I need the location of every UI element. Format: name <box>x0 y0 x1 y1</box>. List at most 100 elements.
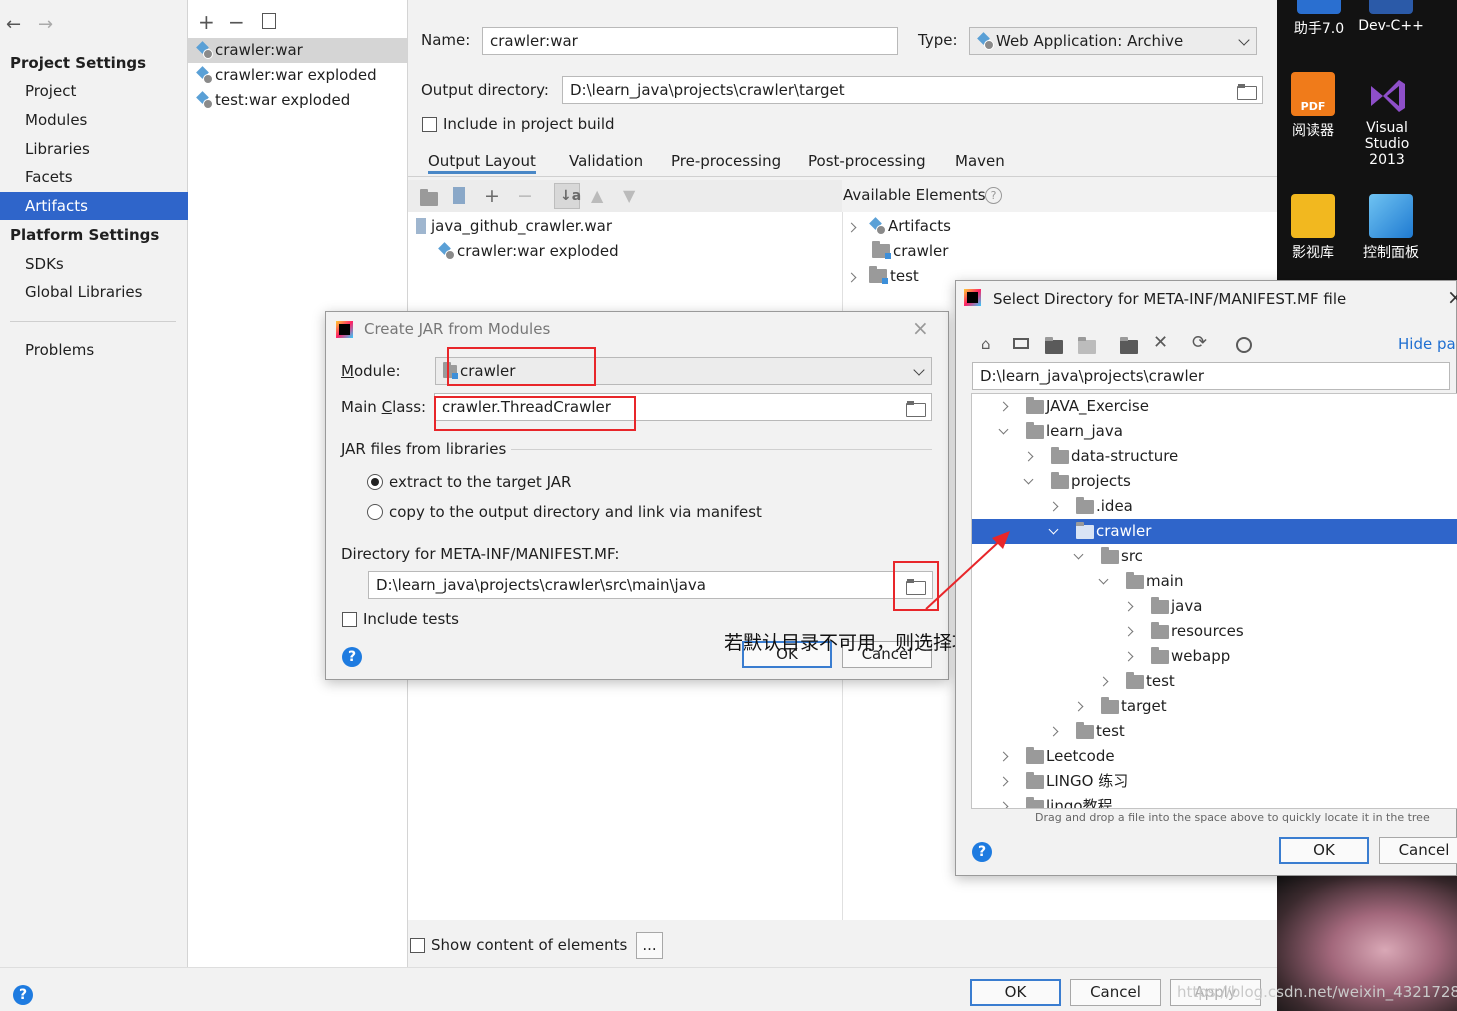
directory-tree-row[interactable]: target <box>972 694 1457 719</box>
copy-artifact-icon[interactable] <box>262 13 276 29</box>
nav-item-modules[interactable]: Modules <box>0 106 188 134</box>
directory-tree-row[interactable]: LINGO 练习 <box>972 769 1457 794</box>
show-hidden-icon[interactable] <box>1236 337 1252 353</box>
collapse-caret-icon[interactable] <box>1023 474 1034 485</box>
hide-path-link[interactable]: Hide pa <box>1398 335 1456 353</box>
directory-tree-row[interactable]: .idea <box>972 494 1457 519</box>
add-artifact-icon[interactable]: + <box>198 10 215 34</box>
expand-caret-icon[interactable] <box>1123 651 1134 662</box>
directory-tree-row[interactable]: test <box>972 719 1457 744</box>
ok-button[interactable]: OK <box>970 979 1061 1006</box>
directory-tree-row[interactable]: projects <box>972 469 1457 494</box>
available-item-artifacts[interactable]: Artifacts <box>846 217 951 235</box>
nav-item-global-libraries[interactable]: Global Libraries <box>0 278 188 306</box>
output-directory-field[interactable]: D:\learn_java\projects\crawler\target <box>562 76 1263 104</box>
nav-item-facets[interactable]: Facets <box>0 163 188 191</box>
remove-element-icon[interactable]: − <box>517 187 533 206</box>
nav-item-sdks[interactable]: SDKs <box>0 250 188 278</box>
refresh-icon[interactable]: ⟳ <box>1192 334 1207 352</box>
layout-child-item[interactable]: crawler:war exploded <box>438 242 619 260</box>
close-icon[interactable]: × <box>1447 285 1457 309</box>
directory-tree-row[interactable]: lingo教程 <box>972 794 1457 808</box>
delete-icon[interactable]: ✕ <box>1153 334 1168 352</box>
directory-tree-row[interactable]: java <box>972 594 1457 619</box>
directory-tree-row[interactable]: webapp <box>972 644 1457 669</box>
expand-caret-icon[interactable] <box>998 776 1009 787</box>
move-down-icon[interactable]: ▼ <box>623 188 635 204</box>
desktop-icon[interactable] <box>1013 338 1029 349</box>
layout-root-item[interactable]: java_github_crawler.war <box>416 217 612 235</box>
tab-post-processing[interactable]: Post-processing <box>808 150 926 174</box>
cancel-button[interactable]: Cancel <box>1379 837 1457 864</box>
expand-caret-icon[interactable] <box>1123 601 1134 612</box>
show-content-checkbox[interactable]: Show content of elements <box>410 936 627 954</box>
extract-radio[interactable]: extract to the target JAR <box>367 473 571 491</box>
module-folder-icon[interactable] <box>1078 337 1096 354</box>
expand-caret-icon[interactable] <box>1048 501 1059 512</box>
browse-folder-icon[interactable] <box>1237 84 1257 100</box>
directory-tree-row[interactable]: crawler <box>972 519 1457 544</box>
directory-tree-row[interactable]: JAVA_Exercise <box>972 394 1457 419</box>
tab-validation[interactable]: Validation <box>569 150 643 174</box>
artifact-item[interactable]: crawler:war exploded <box>188 63 407 88</box>
home-icon[interactable]: ⌂ <box>981 336 991 352</box>
available-item-test[interactable]: test <box>846 266 919 285</box>
forward-arrow-icon[interactable]: → <box>38 14 53 35</box>
expand-caret-icon[interactable] <box>1023 451 1034 462</box>
expand-caret-icon[interactable] <box>998 801 1009 808</box>
project-folder-icon[interactable] <box>1045 337 1063 354</box>
browse-folder-icon[interactable] <box>906 401 926 417</box>
expand-caret-icon[interactable] <box>998 751 1009 762</box>
add-archive-icon[interactable] <box>453 187 465 204</box>
type-select[interactable]: Web Application: Archive <box>969 27 1257 55</box>
directory-tree-row[interactable]: learn_java <box>972 419 1457 444</box>
help-icon[interactable]: ? <box>342 647 362 667</box>
close-icon[interactable]: × <box>912 316 929 340</box>
copy-radio[interactable]: copy to the output directory and link vi… <box>367 503 762 521</box>
desktop-icon-pdf-reader[interactable]: PDF 阅读器 <box>1271 72 1355 140</box>
collapse-caret-icon[interactable] <box>998 424 1009 435</box>
desktop-icon-devcpp[interactable]: Dev-C++ <box>1349 0 1433 34</box>
directory-tree-row[interactable]: main <box>972 569 1457 594</box>
expand-caret-icon[interactable] <box>1048 726 1059 737</box>
help-icon[interactable]: ? <box>972 842 992 862</box>
move-up-icon[interactable]: ▲ <box>591 188 603 204</box>
desktop-icon-visual-studio[interactable]: Visual Studio 2013 <box>1345 72 1429 168</box>
expand-caret-icon[interactable] <box>1073 701 1084 712</box>
create-directory-icon[interactable] <box>420 189 438 206</box>
desktop-icon-control-panel[interactable]: 控制面板 <box>1349 194 1433 262</box>
available-item-crawler[interactable]: crawler <box>872 241 948 260</box>
directory-path-field[interactable]: D:\learn_java\projects\crawler <box>972 362 1450 390</box>
new-folder-icon[interactable] <box>1120 337 1138 354</box>
tab-pre-processing[interactable]: Pre-processing <box>671 150 781 174</box>
artifact-item[interactable]: test:war exploded <box>188 88 407 113</box>
nav-item-artifacts[interactable]: Artifacts <box>0 192 188 220</box>
help-circle-icon[interactable]: ? <box>985 187 1002 204</box>
expand-caret-icon[interactable] <box>1123 626 1134 637</box>
include-in-build-checkbox[interactable]: Include in project build <box>422 115 615 133</box>
directory-tree-row[interactable]: resources <box>972 619 1457 644</box>
include-tests-checkbox[interactable]: Include tests <box>342 610 459 628</box>
name-field[interactable]: crawler:war <box>482 27 898 55</box>
collapse-caret-icon[interactable] <box>1073 549 1084 560</box>
nav-item-problems[interactable]: Problems <box>0 336 188 364</box>
expand-caret-icon[interactable] <box>998 401 1009 412</box>
artifact-item[interactable]: crawler:war <box>188 38 407 63</box>
remove-artifact-icon[interactable]: − <box>228 10 245 34</box>
nav-item-libraries[interactable]: Libraries <box>0 135 188 163</box>
directory-tree-row[interactable]: src <box>972 544 1457 569</box>
tab-output-layout[interactable]: Output Layout <box>428 150 536 174</box>
directory-tree-row[interactable]: test <box>972 669 1457 694</box>
directory-tree-row[interactable]: Leetcode <box>972 744 1457 769</box>
collapse-caret-icon[interactable] <box>1098 574 1109 585</box>
expand-caret-icon[interactable] <box>1098 676 1109 687</box>
tab-maven[interactable]: Maven <box>955 150 1005 174</box>
add-copy-of-icon[interactable]: + <box>484 187 500 206</box>
collapse-caret-icon[interactable] <box>1048 524 1059 535</box>
manifest-directory-field[interactable]: D:\learn_java\projects\crawler\src\main\… <box>368 571 933 599</box>
desktop-icon-video-library[interactable]: 影视库 <box>1271 194 1355 262</box>
show-content-more-button[interactable]: ... <box>636 932 663 959</box>
directory-tree-row[interactable]: data-structure <box>972 444 1457 469</box>
ok-button[interactable]: OK <box>1279 837 1369 864</box>
nav-item-project[interactable]: Project <box>0 77 188 105</box>
